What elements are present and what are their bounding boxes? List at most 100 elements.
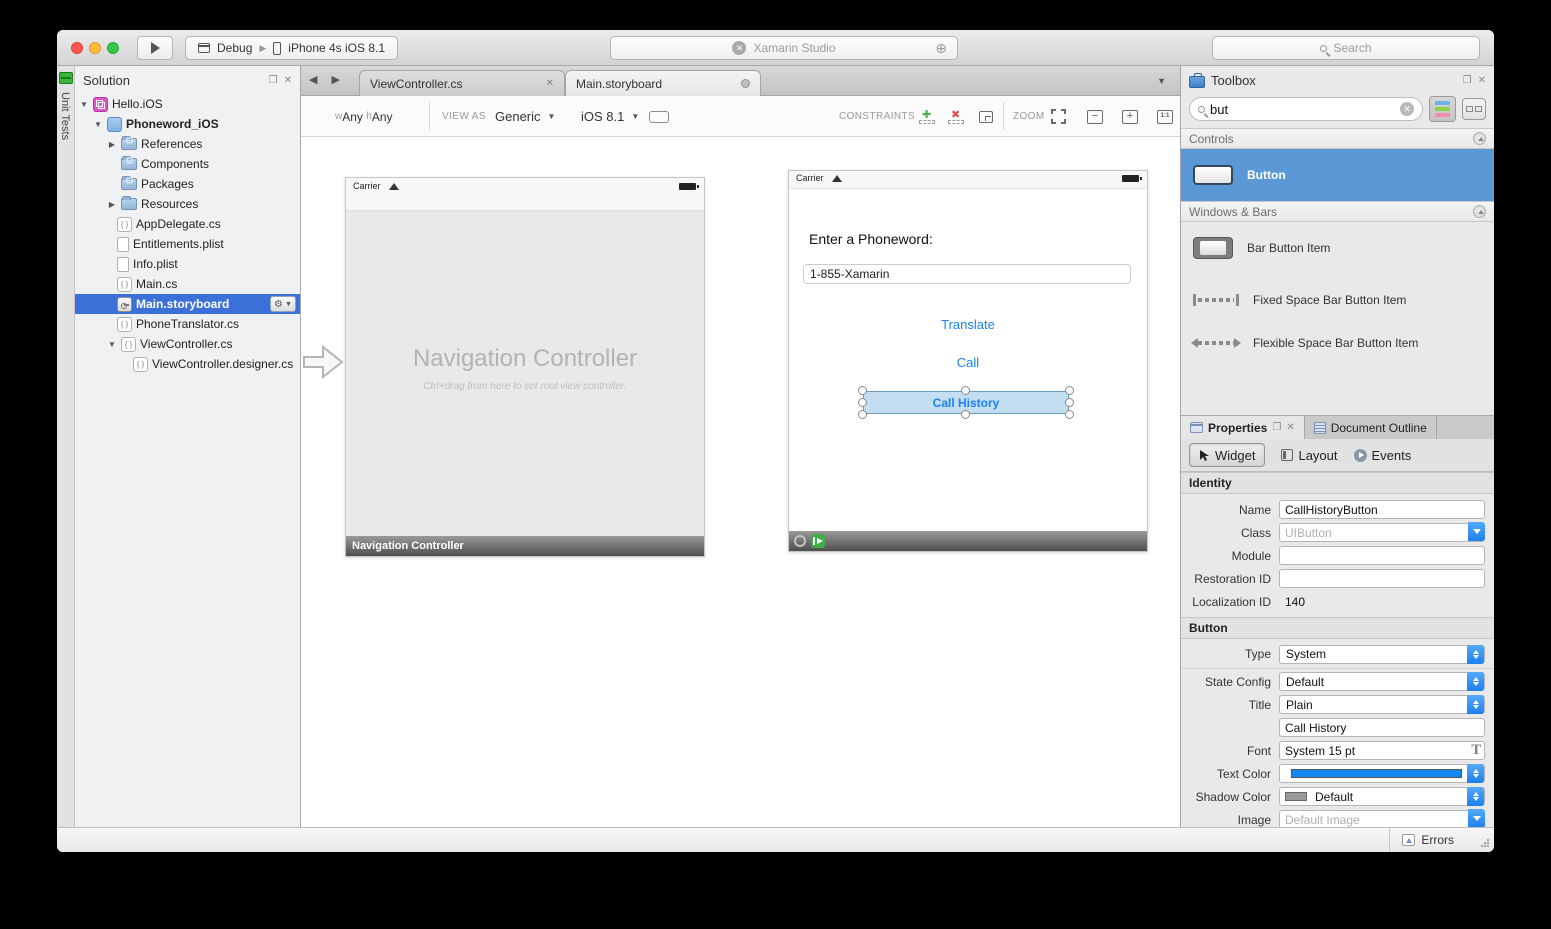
windows-bars-section-header[interactable]: Windows & Bars	[1181, 201, 1494, 222]
zoom-actual-size-button[interactable]: 1:1	[1157, 96, 1173, 137]
font-field[interactable]	[1279, 741, 1485, 760]
collapse-section-icon[interactable]	[1473, 132, 1486, 145]
notification-icon[interactable]: ⊕	[935, 40, 947, 57]
toolbox-compact-view-button[interactable]	[1462, 98, 1486, 120]
resize-grip[interactable]	[1480, 838, 1490, 848]
errors-pad-tab[interactable]: Errors	[1389, 828, 1466, 852]
view-controller-icon[interactable]	[794, 535, 806, 547]
tree-item-phonetranslator[interactable]: { } PhoneTranslator.cs	[75, 314, 300, 334]
orientation-toggle[interactable]	[649, 96, 669, 137]
scene-footer-bar[interactable]	[789, 531, 1147, 551]
resize-handle[interactable]	[961, 410, 970, 419]
zoom-out-button[interactable]: −	[1087, 96, 1103, 137]
toolbox-search-input[interactable]	[1210, 102, 1395, 117]
tree-item-solution[interactable]: ▼ Hello.iOS	[75, 94, 300, 114]
expander-right-icon[interactable]: ▶	[107, 200, 117, 209]
expander-down-icon[interactable]: ▼	[79, 100, 89, 109]
tab-main-storyboard[interactable]: Main.storyboard	[565, 70, 761, 96]
title-mode-select[interactable]: Plain	[1279, 695, 1485, 714]
navigation-controller-view[interactable]: Navigation Controller Ctrl+drag from her…	[346, 211, 704, 536]
phoneword-text-field[interactable]	[803, 264, 1131, 284]
tree-item-infoplist[interactable]: Info.plist	[75, 254, 300, 274]
clear-search-icon[interactable]: ✕	[1400, 102, 1414, 116]
class-dropdown-button[interactable]	[1468, 522, 1485, 541]
tab-document-outline[interactable]: Document Outline	[1305, 416, 1437, 439]
view-controller-view[interactable]: Enter a Phoneword: Translate Call Call H…	[789, 189, 1147, 531]
close-pad-icon[interactable]: ✕	[1478, 75, 1486, 86]
tree-item-components[interactable]: Components	[75, 154, 300, 174]
events-tab-button[interactable]: Events	[1354, 448, 1412, 463]
controls-section-header[interactable]: Controls	[1181, 128, 1494, 149]
tree-item-viewcontroller-designer[interactable]: { } ViewController.designer.cs	[75, 354, 300, 374]
resize-handle[interactable]	[858, 386, 867, 395]
type-select[interactable]: System	[1279, 645, 1485, 664]
close-window-button[interactable]	[71, 42, 83, 54]
dock-pad-icon[interactable]: ❐	[269, 75, 278, 86]
tree-item-packages[interactable]: Packages	[75, 174, 300, 194]
tab-viewcontroller[interactable]: ViewController.cs ✕	[359, 70, 565, 96]
os-version-dropdown[interactable]: iOS 8.1 ▼	[581, 96, 639, 137]
nav-back-button[interactable]: ◀	[309, 73, 317, 86]
call-history-button-selected[interactable]: Call History	[863, 391, 1069, 414]
name-field[interactable]	[1279, 500, 1485, 519]
toolbox-item-fixed-space[interactable]: Fixed Space Bar Button Item	[1181, 274, 1494, 326]
dock-pad-icon[interactable]: ❐	[1463, 75, 1472, 86]
tab-properties[interactable]: Properties ❐ ✕	[1181, 416, 1305, 439]
state-config-select[interactable]: Default	[1279, 672, 1485, 691]
tree-item-references[interactable]: ▶ References	[75, 134, 300, 154]
close-pad-icon[interactable]: ✕	[1286, 422, 1294, 433]
translate-button[interactable]: Translate	[789, 317, 1147, 332]
add-constraint-button[interactable]: ✚	[919, 96, 935, 137]
navigation-controller-scene[interactable]: Carrier Navigation Controller Ctrl+drag …	[345, 177, 705, 557]
resize-handle[interactable]	[1065, 410, 1074, 419]
zoom-fit-button[interactable]	[1051, 96, 1066, 137]
resize-handle[interactable]	[1065, 398, 1074, 407]
run-button[interactable]	[137, 36, 173, 60]
zoom-window-button[interactable]	[107, 42, 119, 54]
remove-constraint-button[interactable]: ✖	[948, 96, 964, 137]
toolbox-item-button[interactable]: Button	[1181, 149, 1494, 201]
class-field[interactable]	[1279, 523, 1485, 542]
image-dropdown-button[interactable]	[1468, 809, 1485, 828]
call-button[interactable]: Call	[789, 355, 1147, 370]
title-text-field[interactable]	[1279, 718, 1485, 737]
tree-item-appdelegate[interactable]: { } AppDelegate.cs	[75, 214, 300, 234]
storyboard-canvas[interactable]: Carrier Navigation Controller Ctrl+drag …	[301, 137, 1180, 827]
device-dropdown[interactable]: Generic ▼	[495, 96, 555, 137]
close-tab-icon[interactable]: ✕	[546, 78, 554, 89]
widget-tab-button[interactable]: Widget	[1189, 443, 1265, 467]
dock-pad-icon[interactable]: ❐	[1272, 422, 1281, 433]
collapse-section-icon[interactable]	[1473, 205, 1486, 218]
tree-item-storyboard-selected[interactable]: Main.storyboard ⚙▼	[75, 294, 300, 314]
resize-handle[interactable]	[1065, 386, 1074, 395]
minimize-window-button[interactable]	[89, 42, 101, 54]
resize-handle[interactable]	[858, 398, 867, 407]
toolbox-list-view-button[interactable]	[1429, 96, 1456, 122]
tree-item-resources[interactable]: ▶ Resources	[75, 194, 300, 214]
view-controller-scene[interactable]: Carrier Enter a Phoneword: Translate Cal…	[788, 170, 1148, 552]
toolbox-item-bar-button[interactable]: Bar Button Item	[1181, 222, 1494, 274]
tree-item-maincs[interactable]: { } Main.cs	[75, 274, 300, 294]
module-field[interactable]	[1279, 546, 1485, 565]
item-options-button[interactable]: ⚙▼	[270, 296, 296, 312]
nav-forward-button[interactable]: ▶	[331, 73, 339, 86]
update-frames-button[interactable]	[979, 96, 993, 137]
global-search-field[interactable]: Search	[1212, 36, 1480, 60]
shadow-color-select[interactable]: Default	[1279, 787, 1485, 806]
tree-item-viewcontroller[interactable]: ▼ { } ViewController.cs	[75, 334, 300, 354]
layout-tab-button[interactable]: Layout	[1281, 448, 1337, 463]
close-pad-icon[interactable]: ✕	[284, 75, 292, 86]
restoration-id-field[interactable]	[1279, 569, 1485, 588]
zoom-in-button[interactable]: +	[1122, 96, 1138, 137]
unit-tests-tab[interactable]: Unit Tests	[59, 92, 71, 140]
text-color-select[interactable]	[1279, 764, 1485, 783]
resize-handle[interactable]	[961, 386, 970, 395]
tree-item-entitlements[interactable]: Entitlements.plist	[75, 234, 300, 254]
toolbox-item-flexible-space[interactable]: Flexible Space Bar Button Item	[1181, 326, 1494, 359]
scene-footer-bar[interactable]: Navigation Controller	[346, 536, 704, 556]
run-configuration-selector[interactable]: Debug ▶ iPhone 4s iOS 8.1	[185, 36, 398, 60]
tree-item-project[interactable]: ▼ Phoneword_iOS	[75, 114, 300, 134]
exit-segue-icon[interactable]	[811, 534, 825, 548]
expander-right-icon[interactable]: ▶	[107, 140, 117, 149]
storyboard-entry-arrow-icon[interactable]	[303, 344, 345, 380]
